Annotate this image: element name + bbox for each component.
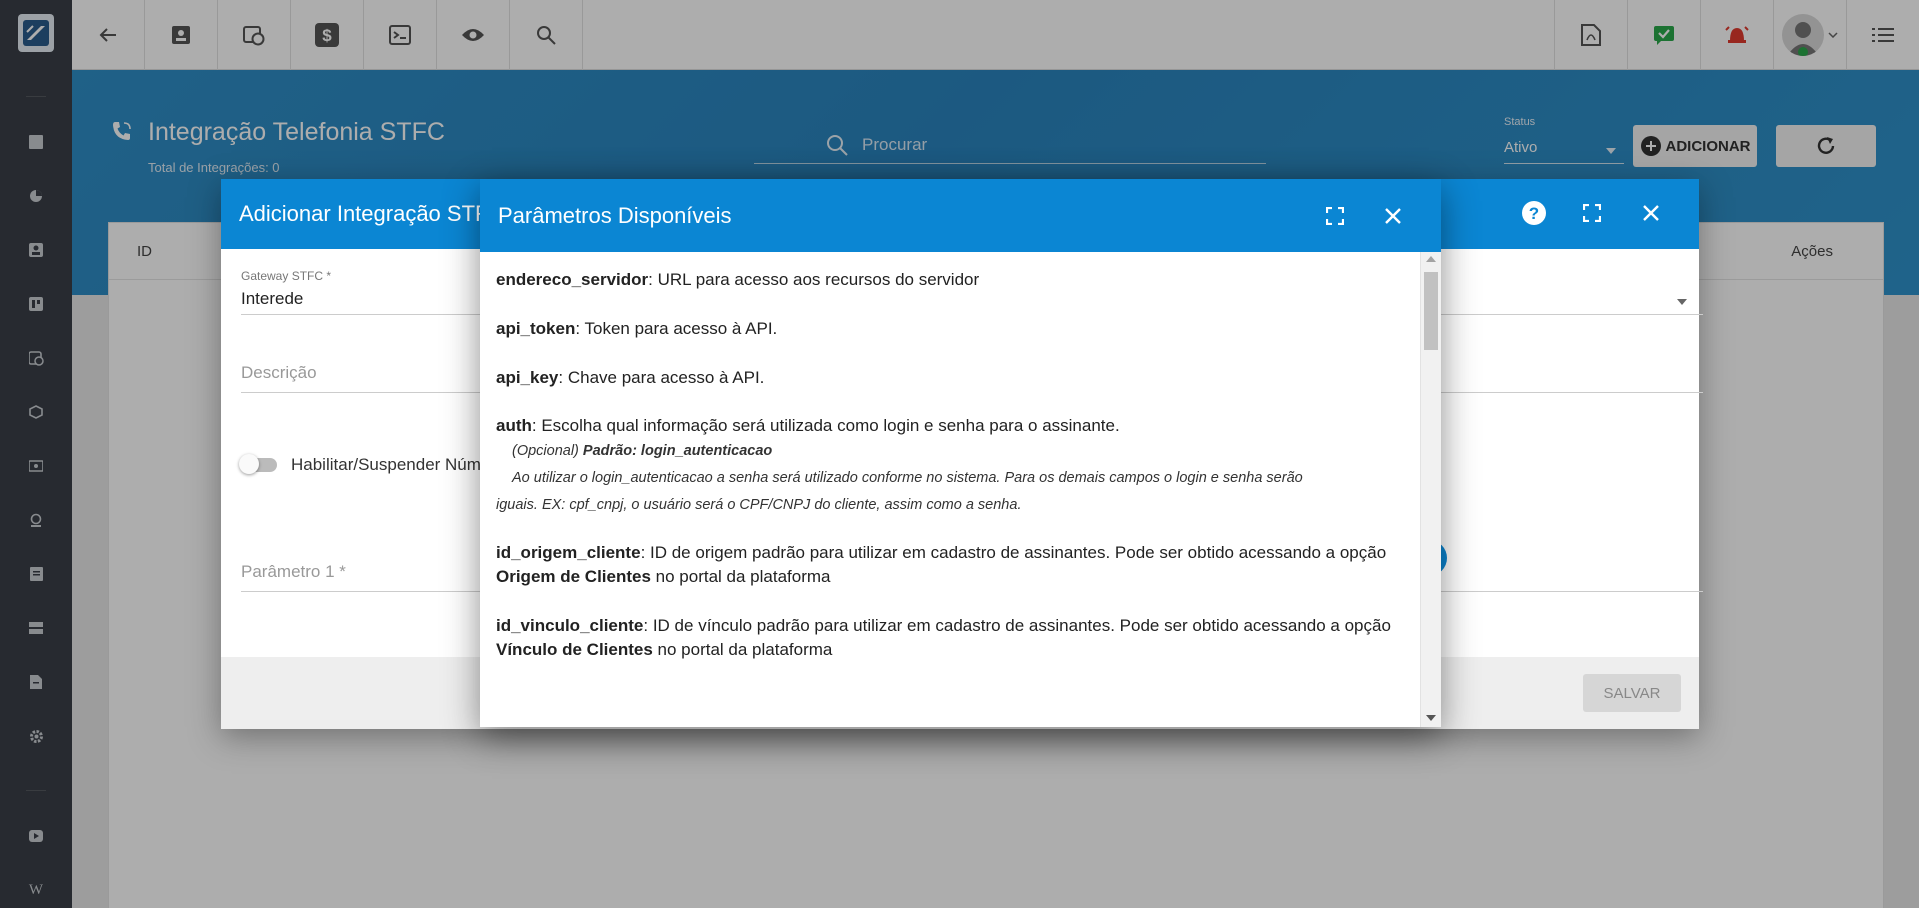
scroll-up-arrow-icon[interactable] [1426, 256, 1436, 262]
help-icon: ? [1522, 201, 1546, 225]
param-key: api_token [496, 318, 576, 338]
svg-text:?: ? [1529, 204, 1539, 223]
help-button[interactable]: ? [1520, 199, 1548, 227]
param-desc: : URL para acesso aos recursos do servid… [648, 270, 980, 289]
param-link-text: Vínculo de Clientes [496, 639, 653, 659]
param-key: api_key [496, 367, 559, 387]
param-item: api_key: Chave para acesso à API. [496, 366, 1404, 390]
fullscreen-icon [1583, 204, 1601, 222]
param-item: api_token: Token para acesso à API. [496, 317, 1404, 341]
param-link-text: Origem de Clientes [496, 566, 651, 586]
scroll-thumb[interactable] [1424, 272, 1438, 350]
param-desc: : Token para acesso à API. [575, 318, 778, 338]
close-icon [1385, 208, 1401, 224]
param-key: endereco_servidor [496, 270, 649, 289]
param-item: id_origem_cliente: ID de origem padrão p… [496, 541, 1404, 589]
param-desc-tail: no portal da plataforma [650, 566, 831, 586]
param-key: id_vinculo_cliente [496, 615, 644, 635]
param-item: auth: Escolha qual informação será utili… [496, 414, 1404, 519]
param-note-line: iguais. EX: cpf_cnpj, o usuário será o C… [496, 497, 1022, 514]
param-desc: : ID de vínculo padrão para utilizar em … [643, 615, 1391, 635]
param-note-line: Ao utilizar o login_autenticacao a senha… [512, 470, 1303, 487]
param-optional: (Opcional) [512, 443, 583, 460]
close-button[interactable] [1379, 202, 1407, 230]
fullscreen-button[interactable] [1321, 202, 1349, 230]
save-button[interactable]: SALVAR [1583, 674, 1681, 712]
toggle-knob [239, 454, 259, 474]
parameters-dialog: Parâmetros Disponíveis endereco_servidor… [480, 179, 1441, 727]
param-default: (Opcional) Padrão: login_autenticacao [496, 438, 1404, 465]
param-item: endereco_servidor: URL para acesso aos r… [496, 268, 1404, 292]
param-default-value: Padrão: login_autenticacao [582, 443, 773, 460]
close-button[interactable] [1637, 199, 1665, 227]
param-note: (Opcional) Padrão: login_autenticacao Ao… [496, 438, 1404, 519]
dialog-title: Adicionar Integração STFC [239, 201, 505, 226]
param-key: auth [496, 416, 532, 436]
param-desc: : ID de origem padrão para utilizar em c… [640, 543, 1387, 563]
fullscreen-icon [1326, 207, 1344, 225]
gateway-value: Interede [241, 289, 304, 308]
param-key: id_origem_cliente [496, 543, 641, 563]
suspend-toggle[interactable] [239, 454, 277, 474]
dropdown-arrow-icon [1677, 299, 1687, 305]
param-desc-tail: no portal da plataforma [652, 639, 833, 659]
param-desc: : Escolha qual informação será utilizada… [531, 416, 1120, 436]
close-icon [1643, 205, 1659, 221]
parameters-list: endereco_servidor: URL para acesso aos r… [480, 252, 1420, 727]
scroll-down-arrow-icon[interactable] [1426, 715, 1436, 721]
param-item: id_vinculo_cliente: ID de vínculo padrão… [496, 614, 1404, 662]
param-desc: : Chave para acesso à API. [558, 367, 765, 387]
suspend-toggle-row: Habilitar/Suspender Números [239, 454, 514, 475]
scrollbar[interactable] [1420, 252, 1441, 727]
dialog-title: Parâmetros Disponíveis [498, 203, 732, 228]
fullscreen-button[interactable] [1578, 199, 1606, 227]
gateway-label: Gateway STFC * [241, 269, 332, 283]
dialog-header: Parâmetros Disponíveis [480, 179, 1441, 252]
